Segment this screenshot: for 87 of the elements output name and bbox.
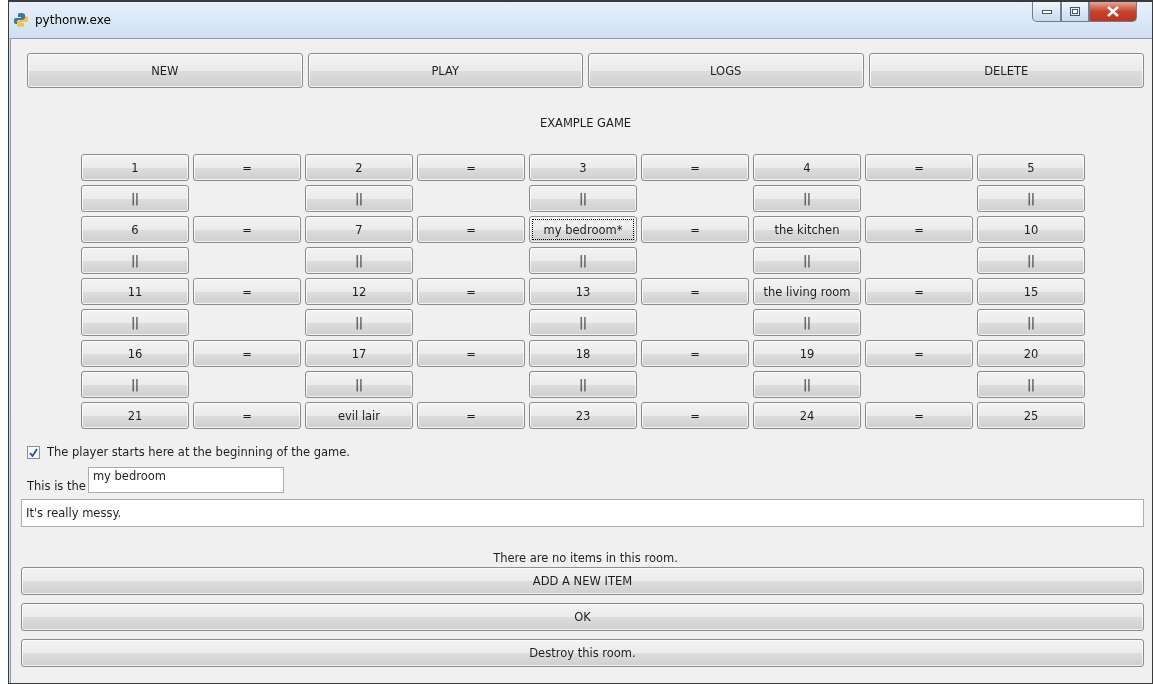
toolbar-button[interactable]: DELETE — [868, 53, 1144, 88]
map-button[interactable]: = — [417, 402, 525, 429]
map-button[interactable]: || — [977, 309, 1085, 336]
map-button[interactable]: = — [193, 216, 301, 243]
action-button[interactable]: OK — [21, 603, 1144, 631]
map-button[interactable]: || — [305, 247, 413, 274]
map-button[interactable]: = — [193, 402, 301, 429]
map-button[interactable]: || — [753, 247, 861, 274]
map-button[interactable]: || — [305, 185, 413, 212]
map-button[interactable]: 10 — [977, 216, 1085, 243]
action-button[interactable]: ADD A NEW ITEM — [21, 567, 1144, 595]
map-button[interactable]: = — [417, 216, 525, 243]
action-button[interactable]: Destroy this room. — [21, 639, 1144, 667]
map-button[interactable]: = — [417, 340, 525, 367]
toolbar-button[interactable]: NEW — [27, 53, 303, 88]
map-button[interactable]: 23 — [529, 402, 637, 429]
map-button[interactable]: my bedroom* — [529, 216, 637, 243]
map-button[interactable]: 4 — [753, 154, 861, 181]
map-button[interactable]: || — [305, 371, 413, 398]
map-button[interactable]: 2 — [305, 154, 413, 181]
map-button[interactable]: || — [977, 185, 1085, 212]
close-icon — [1107, 6, 1119, 17]
snake-logo-icon — [13, 12, 29, 28]
map-button[interactable]: = — [641, 154, 749, 181]
map-button[interactable]: 21 — [81, 402, 189, 429]
map-button[interactable]: = — [193, 340, 301, 367]
map-button[interactable]: evil lair — [305, 402, 413, 429]
map-button[interactable]: || — [753, 309, 861, 336]
map-button[interactable]: || — [81, 247, 189, 274]
map-button[interactable]: = — [641, 402, 749, 429]
checkbox[interactable] — [27, 445, 40, 459]
toolbar-button[interactable]: PLAY — [307, 53, 583, 88]
window-title: pythonw.exe — [35, 13, 111, 27]
map-button[interactable]: = — [865, 402, 973, 429]
items-message: There are no items in this room. — [493, 551, 678, 565]
maximize-icon — [1070, 7, 1080, 16]
map-button[interactable]: 7 — [305, 216, 413, 243]
map-button[interactable]: the living room — [753, 278, 861, 305]
map-button[interactable]: = — [641, 340, 749, 367]
map-button[interactable]: 3 — [529, 154, 637, 181]
map-button[interactable]: = — [865, 154, 973, 181]
minimize-button[interactable] — [1032, 2, 1061, 22]
checkbox-label: The player starts here at the beginning of the game. — [47, 445, 351, 459]
map-button[interactable]: || — [529, 247, 637, 274]
map-button[interactable]: || — [529, 185, 637, 212]
map-button[interactable]: || — [529, 371, 637, 398]
map-button[interactable]: || — [753, 371, 861, 398]
map-button[interactable]: = — [193, 154, 301, 181]
map-button[interactable]: || — [977, 247, 1085, 274]
map-button[interactable]: || — [81, 371, 189, 398]
minimize-icon — [1041, 9, 1052, 14]
map-button[interactable]: 15 — [977, 278, 1085, 305]
map-button[interactable]: 18 — [529, 340, 637, 367]
map-button[interactable]: = — [417, 154, 525, 181]
map-button[interactable]: || — [305, 309, 413, 336]
map-button[interactable]: 19 — [753, 340, 861, 367]
map-button[interactable]: the kitchen — [753, 216, 861, 243]
map-button[interactable]: || — [753, 185, 861, 212]
map-button[interactable]: = — [417, 278, 525, 305]
map-button[interactable]: || — [81, 185, 189, 212]
map-button[interactable]: || — [529, 309, 637, 336]
map-button[interactable]: || — [81, 309, 189, 336]
map-button[interactable]: 20 — [977, 340, 1085, 367]
map-button[interactable]: = — [193, 278, 301, 305]
map-button[interactable]: 13 — [529, 278, 637, 305]
map-button[interactable]: 11 — [81, 278, 189, 305]
map-button[interactable]: = — [641, 278, 749, 305]
map-button[interactable]: = — [641, 216, 749, 243]
map-button[interactable]: 25 — [977, 402, 1085, 429]
map-button[interactable]: 24 — [753, 402, 861, 429]
close-button[interactable] — [1089, 2, 1137, 22]
map-button[interactable]: 5 — [977, 154, 1085, 181]
room-name-field[interactable]: my bedroom — [87, 467, 284, 493]
map-button[interactable]: 17 — [305, 340, 413, 367]
map-button[interactable]: 1 — [81, 154, 189, 181]
map-button[interactable]: = — [865, 216, 973, 243]
toolbar-button[interactable]: LOGS — [588, 53, 864, 88]
map-button[interactable]: = — [865, 340, 973, 367]
map-button[interactable]: = — [865, 278, 973, 305]
map-button[interactable]: 12 — [305, 278, 413, 305]
map-button[interactable]: 6 — [81, 216, 189, 243]
game-title: EXAMPLE GAME — [539, 116, 632, 130]
map-button[interactable]: || — [977, 371, 1085, 398]
map-button[interactable]: 16 — [81, 340, 189, 367]
room-name-label: This is the — [27, 479, 86, 493]
description-field[interactable]: It's really messy. — [21, 499, 1144, 527]
maximize-button[interactable] — [1061, 2, 1089, 22]
